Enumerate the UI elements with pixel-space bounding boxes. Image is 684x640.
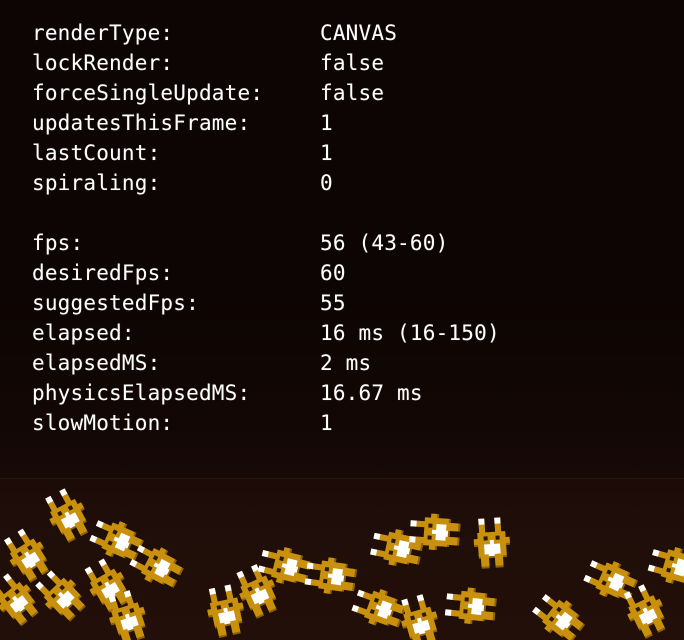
stat-value: 1: [320, 141, 333, 165]
stat-row: physicsElapsedMS: 16.67 ms: [32, 378, 500, 408]
stat-row: spiraling: 0: [32, 168, 500, 198]
stat-value: 56 (43-60): [320, 231, 449, 255]
stat-value: 2 ms: [320, 351, 372, 375]
bunny-sprite: [304, 555, 361, 598]
stat-label: physicsElapsedMS:: [32, 381, 251, 405]
stat-row: elapsed: 16 ms (16-150): [32, 318, 500, 348]
bunny-sprite: [40, 485, 96, 548]
stat-label: desiredFps:: [32, 261, 174, 285]
stat-row: elapsedMS: 2 ms: [32, 348, 500, 378]
stat-value: 0: [320, 171, 333, 195]
stat-label: fps:: [32, 231, 84, 255]
bunny-sprite: [103, 588, 153, 640]
stat-label: lastCount:: [32, 141, 161, 165]
debug-overlay: renderType: CANVAS lockRender: false forceSi…: [0, 0, 500, 438]
stat-label: renderType:: [32, 21, 174, 45]
stat-value: CANVAS: [320, 21, 398, 45]
bunny-sprite: [396, 592, 445, 640]
bunny-sprite: [409, 512, 463, 552]
stat-row: forceSingleUpdate: false: [32, 78, 500, 108]
stat-label: lockRender:: [32, 51, 174, 75]
bunny-sprite: [472, 517, 512, 571]
bunny-sprite: [528, 588, 591, 640]
stat-row: slowMotion: 1: [32, 408, 500, 438]
stat-label: spiraling:: [32, 171, 161, 195]
stat-row: renderType: CANVAS: [32, 18, 500, 48]
stat-value: 1: [320, 411, 333, 435]
stat-row: updatesThisFrame: 1: [32, 108, 500, 138]
stat-label: elapsed:: [32, 321, 135, 345]
stat-row: desiredFps: 60: [32, 258, 500, 288]
stat-row: suggestedFps: 55: [32, 288, 500, 318]
stat-value: 1: [320, 111, 333, 135]
stat-label: updatesThisFrame:: [32, 111, 251, 135]
stat-label: forceSingleUpdate:: [32, 81, 264, 105]
stat-label: elapsedMS:: [32, 351, 161, 375]
stat-value: 55: [320, 291, 346, 315]
stat-label: slowMotion:: [32, 411, 174, 435]
stat-row: lockRender: false: [32, 48, 500, 78]
stat-row: lastCount: 1: [32, 138, 500, 168]
stat-label: suggestedFps:: [32, 291, 199, 315]
stat-value: 16 ms (16-150): [320, 321, 500, 345]
stat-group-spacer: [32, 198, 500, 228]
stat-value: 16.67 ms: [320, 381, 423, 405]
stat-value: false: [320, 81, 385, 105]
game-canvas[interactable]: renderType: CANVAS lockRender: false forceSi…: [0, 0, 684, 640]
stat-value: false: [320, 51, 385, 75]
stat-row: fps: 56 (43-60): [32, 228, 500, 258]
bunny-sprite: [444, 585, 499, 626]
stat-value: 60: [320, 261, 346, 285]
